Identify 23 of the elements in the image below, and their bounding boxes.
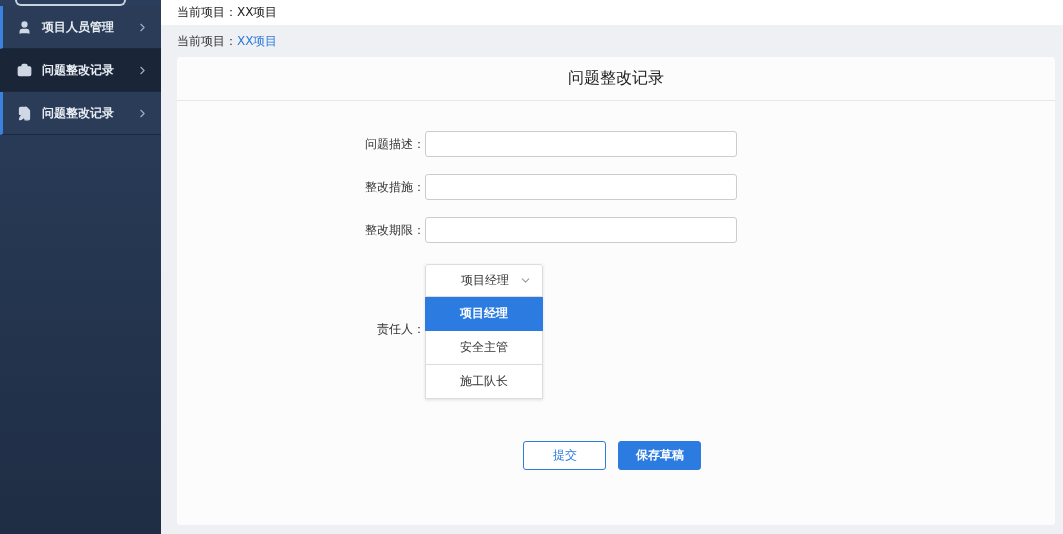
save-draft-button[interactable]: 保存草稿 bbox=[618, 441, 701, 470]
edit-document-icon bbox=[17, 105, 32, 121]
sidebar-item[interactable]: 问题整改记录 bbox=[0, 92, 161, 135]
select-field[interactable]: 项目经理 bbox=[425, 264, 543, 297]
submit-button[interactable]: 提交 bbox=[523, 441, 606, 470]
input-field[interactable] bbox=[425, 131, 737, 157]
input-field[interactable] bbox=[425, 217, 737, 243]
project-link[interactable]: XX项目 bbox=[237, 32, 278, 50]
briefcase-icon bbox=[17, 62, 32, 78]
field-label: 整改期限： bbox=[364, 221, 425, 239]
field-label: 问题描述： bbox=[364, 135, 425, 153]
input-field[interactable] bbox=[425, 174, 737, 200]
breadcrumb-label: 当前项目： bbox=[177, 32, 237, 50]
current-project-text: 当前项目：XX项目 bbox=[177, 4, 278, 21]
dropdown-option[interactable]: 施工队长 bbox=[425, 365, 543, 399]
dropdown-option[interactable]: 安全主管 bbox=[425, 331, 543, 365]
sidebar-item[interactable]: 问题整改记录 bbox=[0, 49, 161, 92]
sidebar-item[interactable]: 项目人员管理 bbox=[0, 6, 161, 49]
dropdown-option[interactable]: 项目经理 bbox=[425, 297, 543, 331]
field-label: 责任人： bbox=[376, 321, 425, 338]
field-label: 整改措施： bbox=[364, 178, 425, 196]
person-icon bbox=[17, 19, 32, 35]
form-title: 问题整改记录 bbox=[568, 68, 664, 89]
